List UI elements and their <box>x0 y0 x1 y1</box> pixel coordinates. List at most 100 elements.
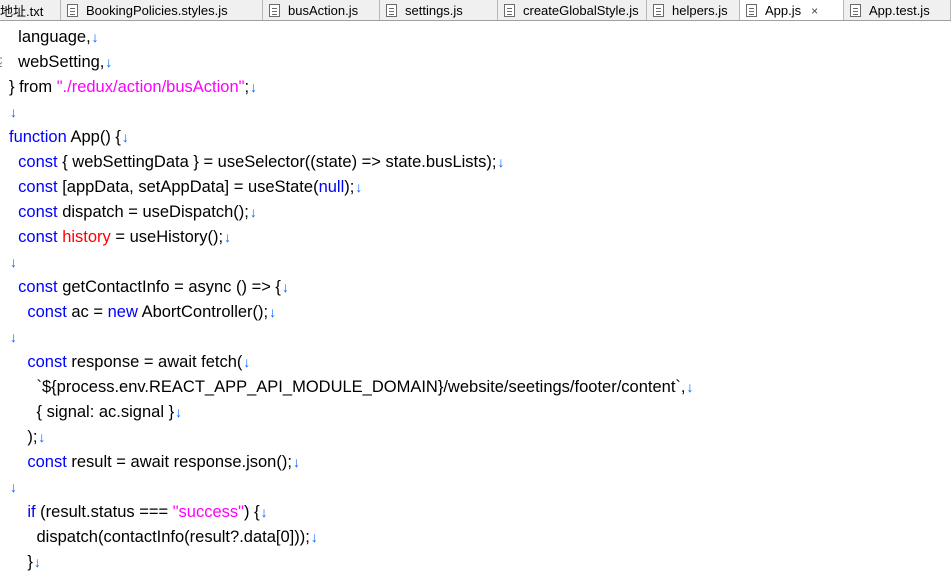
code-token: ); <box>344 178 355 196</box>
tab-app-test-js[interactable]: App.test.js <box>844 0 951 20</box>
keyword-token: function <box>9 128 67 146</box>
tab-label: busAction.js <box>288 2 359 18</box>
keyword-token: const <box>18 228 58 246</box>
keyword-token: const <box>27 453 67 471</box>
line-break-arrow-icon: ↓ <box>310 529 318 545</box>
code-token: ac = <box>66 303 108 321</box>
code-text: function App() {↓ <box>9 125 129 150</box>
keyword-token: new <box>107 303 138 321</box>
code-text: const history = useHistory();↓ <box>9 225 231 250</box>
file-icon <box>653 3 664 17</box>
tab-label: App.test.js <box>869 2 930 18</box>
line-break-arrow-icon: ↓ <box>105 54 113 70</box>
code-text: ↓ <box>9 325 17 350</box>
line-break-arrow-icon: ↓ <box>250 79 258 95</box>
code-token: `${process.env.REACT_APP_API_MODULE_DOMA… <box>9 378 686 396</box>
code-token: ; <box>244 78 250 96</box>
line-break-arrow-icon: ↓ <box>292 454 300 470</box>
code-text: dispatch(contactInfo(result?.data[0]));↓ <box>9 525 318 550</box>
code-text: } from "./redux/action/busAction";↓ <box>9 75 257 100</box>
code-token: ) { <box>244 503 260 521</box>
file-icon <box>746 4 757 17</box>
code-text: const result = await response.json();↓ <box>9 450 300 475</box>
code-token: dispatch(contactInfo(result?.data[0])); <box>9 528 310 546</box>
tab-settings-js[interactable]: settings.js <box>380 0 498 20</box>
code-token: response = await fetch( <box>66 353 243 371</box>
code-token: } from <box>9 78 57 96</box>
tab-busaction-js[interactable]: busAction.js <box>263 0 380 20</box>
code-token: getContactInfo = async () => { <box>57 278 281 296</box>
code-editor[interactable]: language,↓2 webSetting,↓} from "./redux/… <box>0 22 951 577</box>
code-text: language,↓ <box>9 25 99 50</box>
keyword-token: if <box>27 503 36 521</box>
code-token: App() { <box>66 128 121 146</box>
code-text: const [appData, setAppData] = useState(n… <box>9 175 362 200</box>
code-token: [appData, setAppData] = useState( <box>57 178 319 196</box>
line-break-arrow-icon: ↓ <box>260 504 268 520</box>
file-tab-bar: 地址.txt BookingPolicies.styles.js busAction… <box>0 0 951 21</box>
line-break-arrow-icon: ↓ <box>175 404 183 420</box>
file-icon <box>850 3 861 17</box>
code-token: (result.status === <box>35 503 173 521</box>
code-token: AbortController(); <box>137 303 269 321</box>
line-number: 2 <box>0 50 2 75</box>
tab-createglobalstyle-js[interactable]: createGlobalStyle.js <box>498 0 647 20</box>
code-token: ); <box>9 428 38 446</box>
code-text: ↓ <box>9 475 17 500</box>
line-break-arrow-icon: ↓ <box>38 429 46 445</box>
tab-helpers-js[interactable]: helpers.js <box>647 0 740 20</box>
code-token: = useHistory(); <box>110 228 224 246</box>
keyword-token: null <box>318 178 345 196</box>
line-break-arrow-icon: ↓ <box>224 229 232 245</box>
code-text: const dispatch = useDispatch();↓ <box>9 200 257 225</box>
code-text: webSetting,↓ <box>9 50 112 75</box>
tab-app-js[interactable]: App.js × <box>740 0 844 20</box>
line-break-arrow-icon: ↓ <box>243 354 251 370</box>
file-icon <box>67 3 78 17</box>
code-text: ↓ <box>9 250 17 275</box>
file-icon <box>504 3 515 17</box>
keyword-token: const <box>18 153 58 171</box>
code-text: `${process.env.REACT_APP_API_MODULE_DOMA… <box>9 375 694 400</box>
code-text: const response = await fetch(↓ <box>9 350 250 375</box>
code-token: } <box>9 553 33 571</box>
string-token: "success" <box>172 503 245 521</box>
line-break-arrow-icon: ↓ <box>91 29 99 45</box>
code-token: language, <box>9 28 91 46</box>
code-token: { signal: ac.signal } <box>9 403 175 421</box>
code-token: webSetting, <box>9 53 105 71</box>
code-token: result = await response.json(); <box>66 453 292 471</box>
tab-bookingpolicies-styles-js[interactable]: BookingPolicies.styles.js <box>61 0 263 20</box>
line-break-arrow-icon: ↓ <box>33 554 41 570</box>
code-token: dispatch = useDispatch(); <box>57 203 249 221</box>
line-break-arrow-icon: ↓ <box>497 154 505 170</box>
line-break-arrow-icon: ↓ <box>10 104 17 120</box>
line-break-arrow-icon: ↓ <box>269 304 277 320</box>
tab-label: 地址.txt <box>0 3 44 19</box>
code-text: );↓ <box>9 425 45 450</box>
close-icon[interactable]: × <box>811 4 818 18</box>
code-token: { webSettingData } = useSelector((state)… <box>57 153 497 171</box>
code-text: { signal: ac.signal }↓ <box>9 400 183 425</box>
line-break-arrow-icon: ↓ <box>121 129 129 145</box>
line-break-arrow-icon: ↓ <box>10 479 17 495</box>
tab-txt[interactable]: 地址.txt <box>0 0 61 20</box>
file-icon <box>386 3 397 17</box>
tab-label: createGlobalStyle.js <box>523 2 639 18</box>
string-token: "./redux/action/busAction" <box>56 78 245 96</box>
keyword-token: const <box>18 278 58 296</box>
code-text: if (result.status === "success") {↓ <box>9 500 268 525</box>
code-text: const { webSettingData } = useSelector((… <box>9 150 504 175</box>
code-text: ↓ <box>9 100 17 125</box>
line-break-arrow-icon: ↓ <box>281 279 289 295</box>
keyword-token: const <box>27 353 67 371</box>
line-break-arrow-icon: ↓ <box>10 254 17 270</box>
